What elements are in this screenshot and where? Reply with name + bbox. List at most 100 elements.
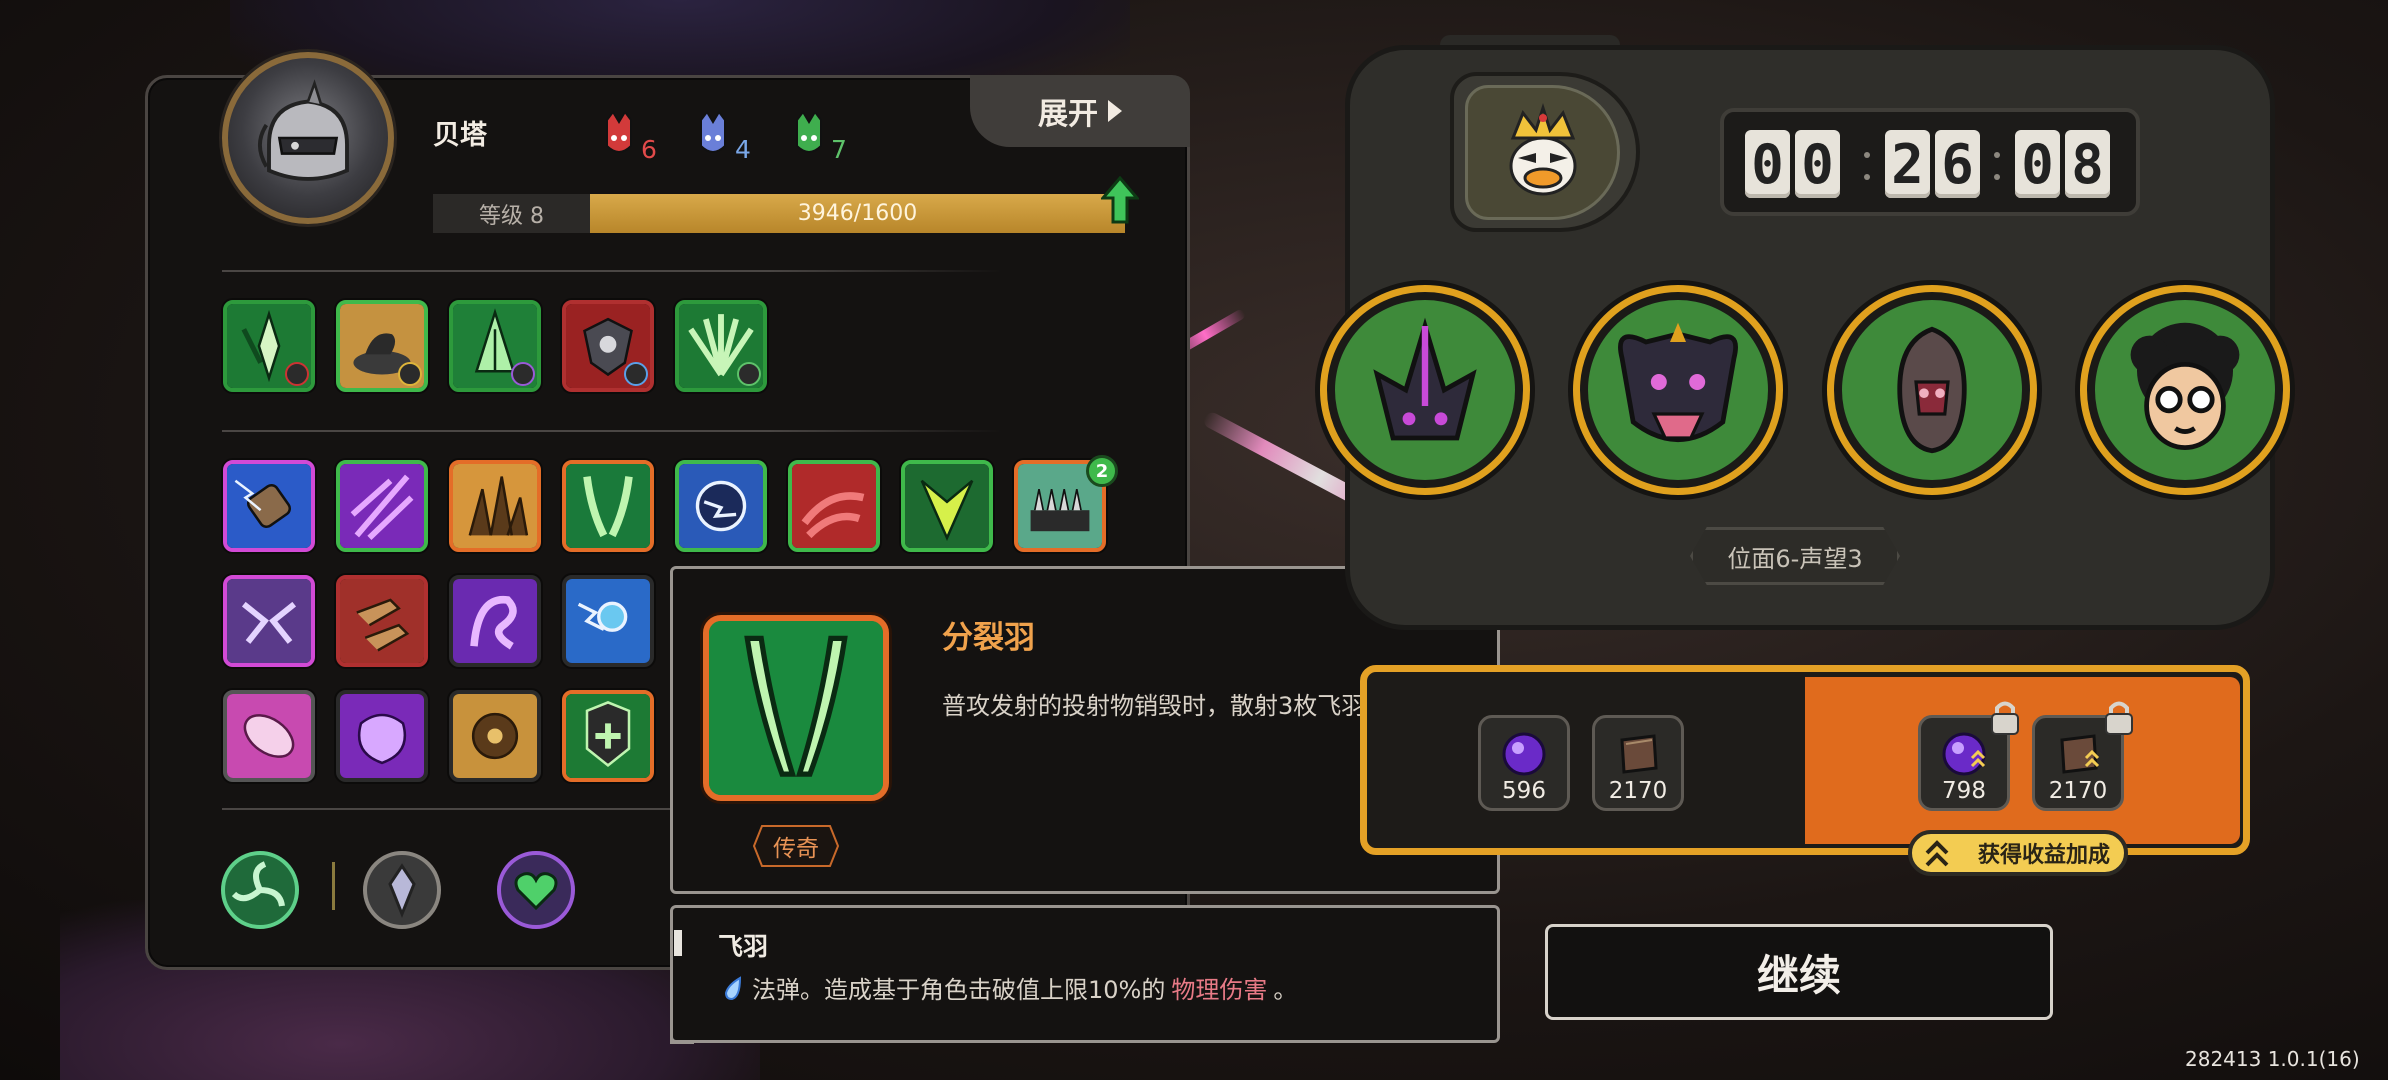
relic-separator [332,862,335,910]
curly-hair-face-icon [2130,322,2240,450]
blue-mask-icon [700,110,726,153]
crystal-relic-icon[interactable] [362,850,442,930]
expand-button[interactable]: 展开 [970,75,1190,147]
enemy-portrait-2[interactable] [1573,285,1783,495]
divider [222,270,1002,272]
level-label: 等级 8 [433,194,590,233]
bonus-reward-orb-amount: 798 [1942,778,1986,804]
skill-purple-claw[interactable] [336,460,428,552]
character-name: 贝塔 [433,120,487,151]
plane-reputation-label: 位面6-声望3 [1690,527,1900,585]
magic-drop-icon [724,975,742,1000]
book-icon [1620,734,1658,774]
tooltip2-description: 法弹。造成基于角色击破值上限10%的 物理伤害。 [720,970,1297,1005]
tooltip2-corner [670,1020,694,1044]
reward-book: 2170 [1592,715,1684,811]
red-mask-icon [606,110,632,153]
triskelion-relic-icon[interactable] [220,850,300,930]
level-up-arrow-icon[interactable] [1101,176,1139,224]
enemy-portrait-1[interactable] [1320,285,1530,495]
skill-electric-core[interactable] [562,575,654,667]
tooltip-title: 分裂羽 [942,620,1035,656]
heart-relic-icon[interactable] [496,850,576,930]
equipped-skill-green-spire[interactable] [449,300,541,392]
lock-icon [2105,701,2133,735]
skill-purple-serpent[interactable] [449,575,541,667]
reward-book-amount: 2170 [1608,778,1668,804]
skill-purple-blob[interactable] [336,690,428,782]
red-faction-count: 6 [603,110,657,164]
timer-digit: 2 [1885,130,1930,198]
tooltip2-desc-suffix: 。 [1273,976,1298,1004]
green-faction-count: 7 [793,110,847,164]
skill-claw-strike[interactable] [336,575,428,667]
equipped-skill-bird[interactable] [336,300,428,392]
book-icon [2060,734,2100,774]
yellow-element-icon [398,362,422,386]
skill-storm-orb[interactable] [675,460,767,552]
hooded-creature-icon [1897,326,1967,454]
green-element-icon [737,362,761,386]
continue-button[interactable]: 继续 [1545,924,2053,1020]
timer-digit: 6 [1935,130,1980,198]
tooltip2-desc-highlight: 物理伤害 [1171,976,1268,1004]
green-mask-icon [796,110,822,153]
skill-green-wings[interactable] [901,460,993,552]
character-avatar[interactable] [222,52,394,224]
skill-golden-eye[interactable] [449,690,541,782]
equipped-skill-green-crystal[interactable] [223,300,315,392]
purple-orb-icon [1942,732,1986,776]
rarity-badge: 传奇 [752,824,840,868]
split-feather-icon [703,615,889,801]
skill-lightning-capsule[interactable] [223,460,315,552]
new-skill-count-badge: 2 [1086,455,1118,487]
double-chevron-up-icon [1925,840,1949,867]
skill-pink-crystal[interactable] [223,690,315,782]
red-element-icon [285,362,309,386]
skill-red-tentacle[interactable] [788,460,880,552]
income-bonus-button[interactable]: 获得收益加成 [1908,830,2128,876]
skill-split-feather[interactable] [562,460,654,552]
divider [222,430,1002,432]
timer-digit: 8 [2065,130,2110,198]
tooltip2-title: 飞羽 [718,932,769,961]
green-faction-count-value: 7 [831,135,847,164]
timer-colon [1863,148,1871,184]
timer-digit: 0 [1795,130,1840,198]
timer-digit: 0 [2015,130,2060,198]
blue-faction-count: 4 [697,110,751,164]
red-faction-count-value: 6 [641,135,657,164]
skill-golden-spikes[interactable] [449,460,541,552]
horned-beast-icon [1618,322,1738,442]
timer-digit: 0 [1745,130,1790,198]
purple-orb-icon [1502,732,1546,776]
xp-bar: 3946/1600 [590,194,1125,233]
timer-colon [1993,148,2001,184]
tooltip2-accent-bar [674,930,682,956]
expand-label: 展开 [1038,97,1098,132]
bonus-reward-book-amount: 2170 [2048,778,2108,804]
rarity-label: 传奇 [773,836,819,862]
robot-avatar-icon [257,79,349,181]
arrow-right-icon [1108,100,1122,122]
blue-faction-count-value: 4 [735,135,751,164]
lock-icon [1991,701,2019,735]
skill-shadow-burst[interactable] [223,575,315,667]
reward-orb: 596 [1478,715,1570,811]
crowned-duck-icon [1509,102,1576,195]
equipped-skill-red-shield[interactable] [562,300,654,392]
boss-indicator[interactable] [1465,85,1620,220]
blue-element-icon [624,362,648,386]
version-text: 282413 1.0.1(16) [2185,1047,2360,1071]
ally-portrait-4[interactable] [2080,285,2290,495]
skill-green-heal[interactable] [562,690,654,782]
purple-element-icon [511,362,535,386]
xp-text: 3946/1600 [797,201,918,226]
equipped-skill-green-fan[interactable] [675,300,767,392]
spiky-creature-icon [1373,317,1477,441]
enemy-portrait-3[interactable] [1827,285,2037,495]
tooltip2-desc-prefix: 法弹。造成基于角色击破值上限10%的 [752,976,1166,1004]
income-bonus-label: 获得收益加成 [1977,843,2110,868]
bonus-reward-area [1805,677,2240,844]
reward-orb-amount: 596 [1502,778,1546,804]
